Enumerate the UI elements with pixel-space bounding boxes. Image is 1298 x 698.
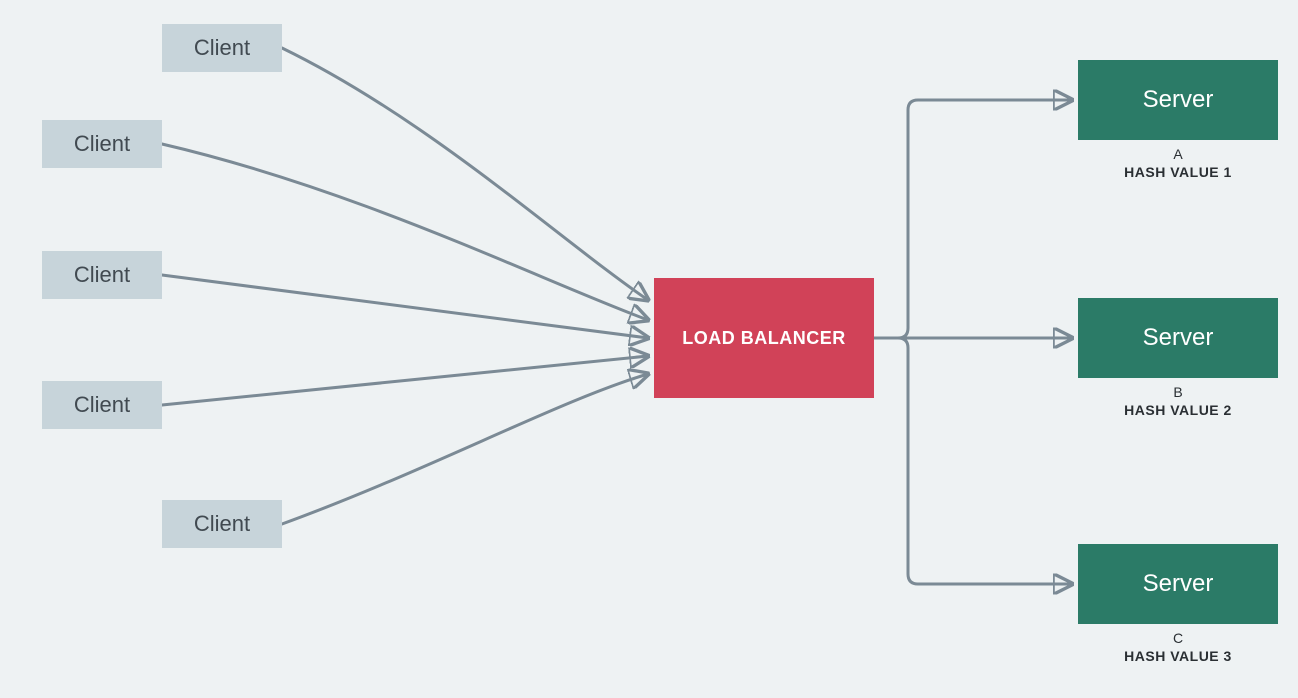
- client-label: Client: [194, 511, 250, 537]
- client-box-2: Client: [42, 120, 162, 168]
- server-group-b: Server B HASH VALUE 2: [1078, 298, 1278, 418]
- server-group-a: Server A HASH VALUE 1: [1078, 60, 1278, 180]
- server-letter-c: C: [1078, 630, 1278, 646]
- client-label: Client: [74, 392, 130, 418]
- server-label: Server: [1143, 324, 1214, 352]
- server-group-c: Server C HASH VALUE 3: [1078, 544, 1278, 664]
- client-label: Client: [74, 131, 130, 157]
- client-box-4: Client: [42, 381, 162, 429]
- server-hash-c: HASH VALUE 3: [1078, 648, 1278, 664]
- diagram-canvas: Client Client Client Client Client LOAD …: [0, 0, 1298, 698]
- client-box-3: Client: [42, 251, 162, 299]
- server-box-c: Server: [1078, 544, 1278, 624]
- server-letter-b: B: [1078, 384, 1278, 400]
- server-hash-a: HASH VALUE 1: [1078, 164, 1278, 180]
- load-balancer-box: LOAD BALANCER: [654, 278, 874, 398]
- server-hash-b: HASH VALUE 2: [1078, 402, 1278, 418]
- client-label: Client: [74, 262, 130, 288]
- client-box-5: Client: [162, 500, 282, 548]
- load-balancer-label: LOAD BALANCER: [682, 328, 846, 349]
- server-label: Server: [1143, 86, 1214, 114]
- client-label: Client: [194, 35, 250, 61]
- server-box-a: Server: [1078, 60, 1278, 140]
- server-label: Server: [1143, 570, 1214, 598]
- server-box-b: Server: [1078, 298, 1278, 378]
- client-box-1: Client: [162, 24, 282, 72]
- server-letter-a: A: [1078, 146, 1278, 162]
